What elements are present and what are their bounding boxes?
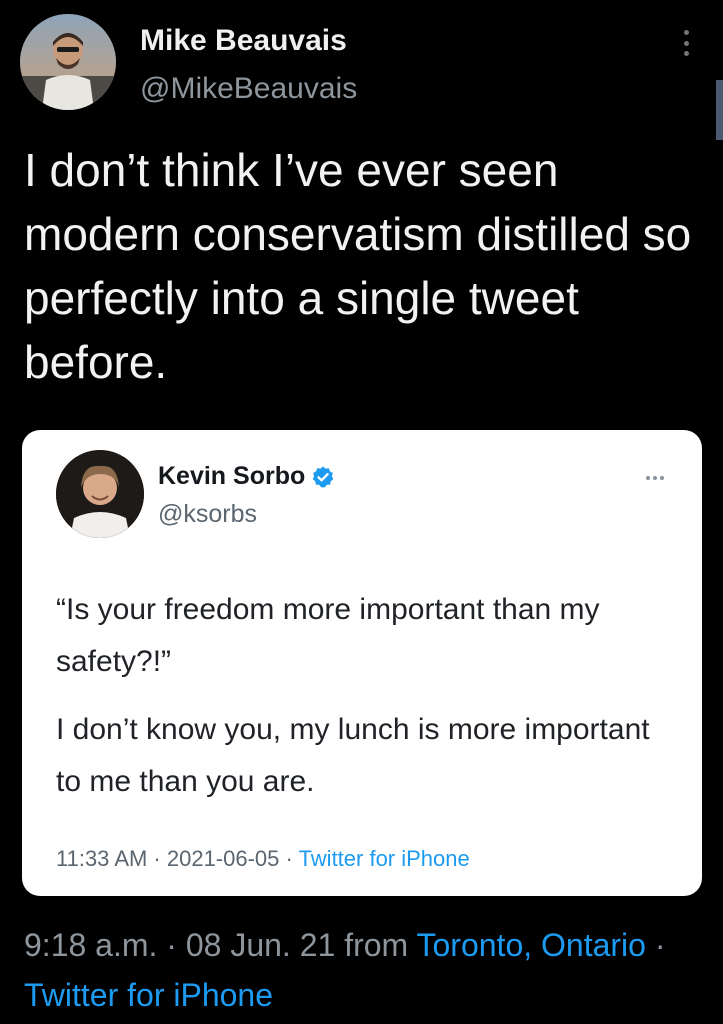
tweet-meta: 9:18 a.m. · 08 Jun. 21 from Toronto, Ont… bbox=[24, 920, 704, 1020]
location-link[interactable]: Toronto, Ontario bbox=[417, 927, 646, 963]
quoted-author-avatar[interactable] bbox=[56, 450, 144, 538]
source-link[interactable]: Twitter for iPhone bbox=[24, 977, 273, 1013]
quoted-author-name[interactable]: Kevin Sorbo bbox=[158, 462, 305, 491]
tweet-text: I don’t think I’ve ever seen modern cons… bbox=[24, 144, 692, 388]
author-avatar[interactable] bbox=[20, 14, 116, 110]
quoted-source-link[interactable]: Twitter for iPhone bbox=[299, 846, 470, 871]
quoted-timestamp: 11:33 AM · 2021-06-05 · bbox=[56, 846, 299, 871]
meta-separator: · bbox=[645, 927, 666, 963]
verified-badge-icon bbox=[312, 466, 334, 487]
author-name[interactable]: Mike Beauvais bbox=[140, 24, 347, 58]
more-vertical-icon[interactable] bbox=[676, 26, 696, 60]
author-handle[interactable]: @MikeBeauvais bbox=[140, 72, 357, 106]
scrollbar[interactable] bbox=[716, 80, 723, 140]
more-horizontal-icon[interactable] bbox=[646, 476, 664, 480]
quoted-timestamp-row: 11:33 AM · 2021-06-05 · Twitter for iPho… bbox=[56, 846, 470, 872]
quoted-tweet-card[interactable]: Kevin Sorbo @ksorbs “Is your freedom mor… bbox=[22, 430, 702, 896]
tweet-time: 9:18 a.m. · 08 Jun. 21 from bbox=[24, 927, 417, 963]
quoted-author-handle[interactable]: @ksorbs bbox=[158, 500, 257, 529]
quoted-text-paragraph-2: I don’t know you, my lunch is more impor… bbox=[56, 713, 650, 798]
quoted-author-row: Kevin Sorbo bbox=[158, 462, 335, 491]
quoted-text-paragraph-1: “Is your freedom more important than my … bbox=[56, 593, 600, 678]
